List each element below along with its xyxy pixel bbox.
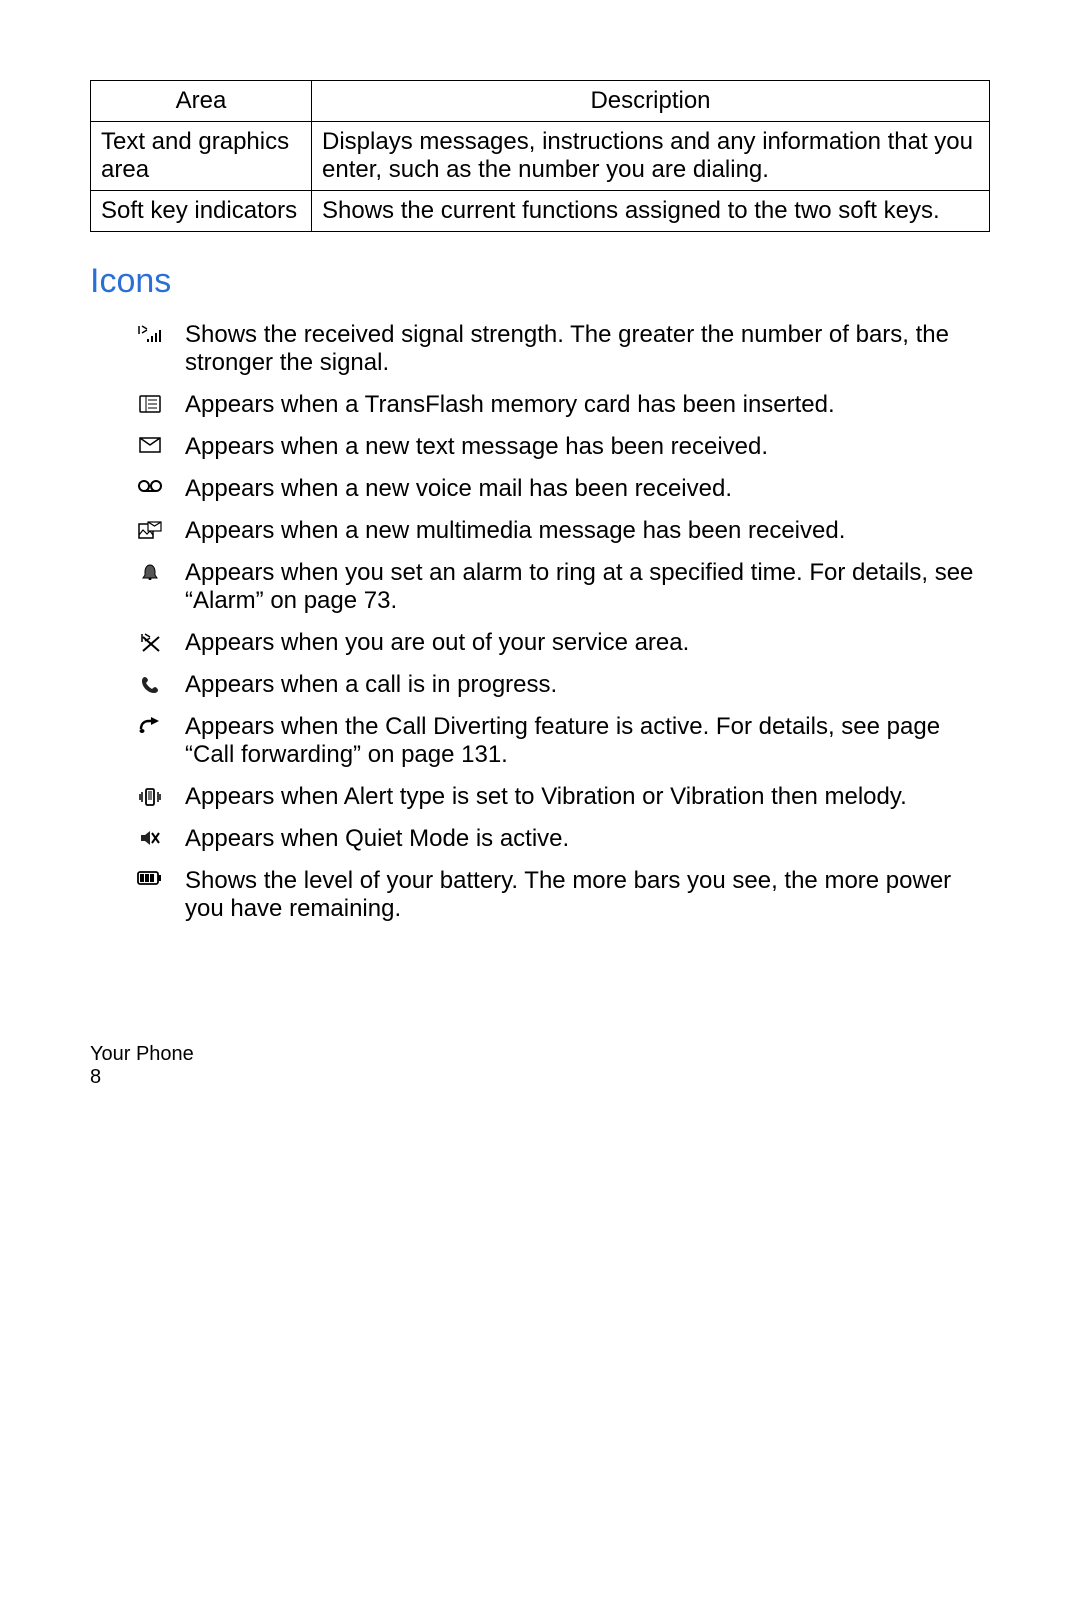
icon-description: Appears when a call is in progress. bbox=[170, 671, 990, 699]
list-item: Appears when the Call Diverting feature … bbox=[130, 713, 990, 769]
icon-description: Appears when a new voice mail has been r… bbox=[170, 475, 990, 503]
icon-description: Shows the received signal strength. The … bbox=[170, 321, 990, 377]
call-in-progress-icon bbox=[130, 671, 170, 695]
mms-icon bbox=[130, 517, 170, 539]
table-cell-area: Text and graphics area bbox=[91, 122, 312, 191]
no-service-icon bbox=[130, 629, 170, 653]
icon-description: Appears when you are out of your service… bbox=[170, 629, 990, 657]
list-item: Appears when a new multimedia message ha… bbox=[130, 517, 990, 545]
list-item: Shows the level of your battery. The mor… bbox=[130, 867, 990, 923]
icon-description: Appears when a new text message has been… bbox=[170, 433, 990, 461]
table-header-area: Area bbox=[91, 81, 312, 122]
footer-page-number: 8 bbox=[90, 1066, 990, 1089]
voicemail-icon bbox=[130, 475, 170, 493]
list-item: Shows the received signal strength. The … bbox=[130, 321, 990, 377]
icon-description: Appears when a new multimedia message ha… bbox=[170, 517, 990, 545]
list-item: Appears when a new text message has been… bbox=[130, 433, 990, 461]
list-item: Appears when Quiet Mode is active. bbox=[130, 825, 990, 853]
signal-strength-icon bbox=[130, 321, 170, 343]
memory-card-icon bbox=[130, 391, 170, 413]
list-item: Appears when a call is in progress. bbox=[130, 671, 990, 699]
area-description-table: Area Description Text and graphics area … bbox=[90, 80, 990, 232]
table-header-description: Description bbox=[312, 81, 990, 122]
table-cell-desc: Displays messages, instructions and any … bbox=[312, 122, 990, 191]
icon-description: Appears when a TransFlash memory card ha… bbox=[170, 391, 990, 419]
table-row: Text and graphics area Displays messages… bbox=[91, 122, 990, 191]
icon-description: Appears when Quiet Mode is active. bbox=[170, 825, 990, 853]
icon-description-list: Shows the received signal strength. The … bbox=[130, 321, 990, 923]
footer-section-name: Your Phone bbox=[90, 1043, 990, 1066]
page-footer: Your Phone 8 bbox=[90, 1043, 990, 1089]
vibration-icon bbox=[130, 783, 170, 807]
list-item: Appears when Alert type is set to Vibrat… bbox=[130, 783, 990, 811]
list-item: Appears when you are out of your service… bbox=[130, 629, 990, 657]
icon-description: Appears when the Call Diverting feature … bbox=[170, 713, 990, 769]
icon-description: Appears when you set an alarm to ring at… bbox=[170, 559, 990, 615]
table-row: Soft key indicators Shows the current fu… bbox=[91, 191, 990, 232]
list-item: Appears when you set an alarm to ring at… bbox=[130, 559, 990, 615]
icon-description: Appears when Alert type is set to Vibrat… bbox=[170, 783, 990, 811]
section-heading-icons: Icons bbox=[90, 262, 990, 301]
battery-icon bbox=[130, 867, 170, 885]
list-item: Appears when a new voice mail has been r… bbox=[130, 475, 990, 503]
alarm-icon bbox=[130, 559, 170, 581]
icon-description: Shows the level of your battery. The mor… bbox=[170, 867, 990, 923]
text-message-icon bbox=[130, 433, 170, 453]
call-diverting-icon bbox=[130, 713, 170, 735]
table-cell-desc: Shows the current functions assigned to … bbox=[312, 191, 990, 232]
quiet-mode-icon bbox=[130, 825, 170, 847]
list-item: Appears when a TransFlash memory card ha… bbox=[130, 391, 990, 419]
table-cell-area: Soft key indicators bbox=[91, 191, 312, 232]
